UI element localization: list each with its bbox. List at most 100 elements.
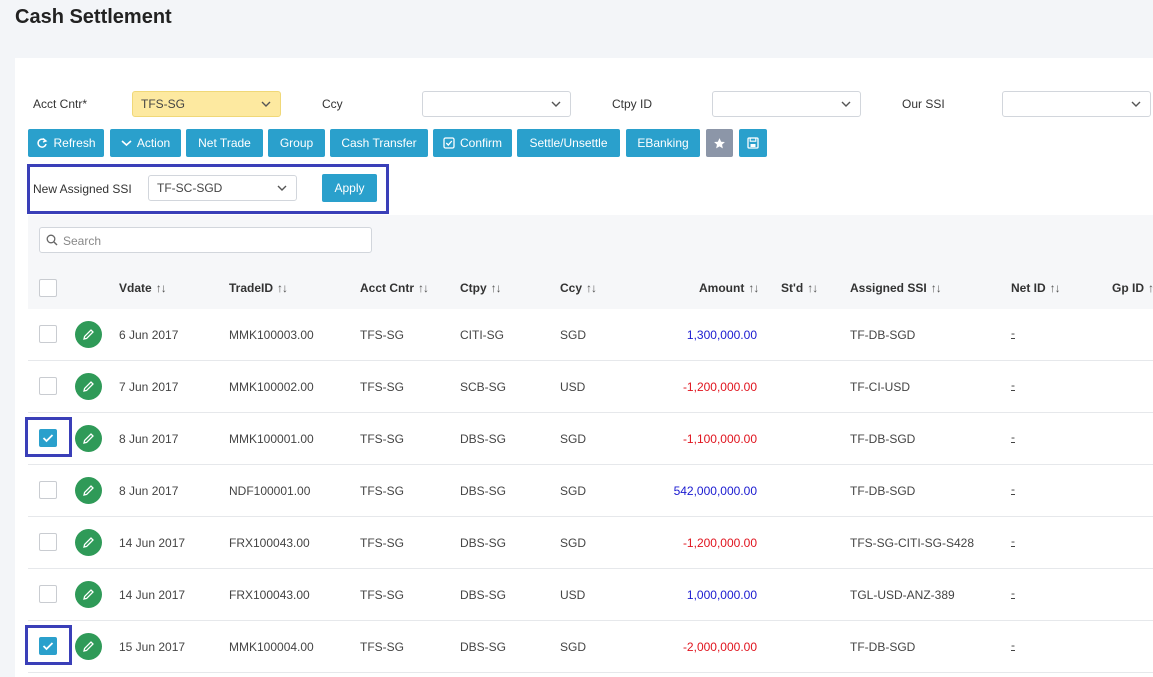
edit-button[interactable] bbox=[75, 529, 102, 556]
edit-button[interactable] bbox=[75, 321, 102, 348]
cell-ctpy: DBS-SG bbox=[460, 536, 507, 550]
group-button[interactable]: Group bbox=[268, 129, 325, 157]
net-trade-button[interactable]: Net Trade bbox=[186, 129, 263, 157]
ebanking-button[interactable]: EBanking bbox=[626, 129, 700, 157]
row-checkbox[interactable] bbox=[39, 325, 57, 343]
favorite-button[interactable] bbox=[706, 129, 733, 157]
chevron-down-icon bbox=[261, 101, 271, 107]
pencil-icon bbox=[83, 329, 94, 340]
edit-button[interactable] bbox=[75, 373, 102, 400]
confirm-button[interactable]: Confirm bbox=[433, 129, 512, 157]
row-checkbox[interactable] bbox=[39, 481, 57, 499]
cell-assigned-ssi: TGL-USD-ANZ-389 bbox=[850, 588, 955, 602]
cell-amount: -1,100,000.00 bbox=[682, 432, 757, 446]
header-std[interactable]: St'd ↑↓ bbox=[781, 281, 818, 295]
ccy-select[interactable] bbox=[422, 91, 571, 117]
cell-acct-cntr: TFS-SG bbox=[360, 588, 404, 602]
star-icon bbox=[714, 137, 725, 148]
header-ctpy[interactable]: Ctpy ↑↓ bbox=[460, 281, 502, 295]
sort-icon: ↑↓ bbox=[930, 281, 942, 295]
cell-assigned-ssi: TF-DB-SGD bbox=[850, 432, 916, 446]
cell-ctpy: SCB-SG bbox=[460, 380, 507, 394]
edit-button[interactable] bbox=[75, 425, 102, 452]
cell-net-id-link[interactable]: - bbox=[1011, 430, 1015, 444]
cell-amount: -1,200,000.00 bbox=[682, 536, 757, 550]
sort-icon: ↑↓ bbox=[490, 281, 502, 295]
cell-net-id-link[interactable]: - bbox=[1011, 378, 1015, 392]
cell-net-id-link[interactable]: - bbox=[1011, 326, 1015, 340]
table-row[interactable]: 14 Jun 2017 FRX100043.00 TFS-SG DBS-SG USD 1,… bbox=[28, 569, 1153, 621]
sort-icon: ↑↓ bbox=[1148, 281, 1153, 295]
cell-vdate: 14 Jun 2017 bbox=[119, 588, 186, 602]
checkbox-icon bbox=[443, 137, 455, 149]
table-row[interactable]: 8 Jun 2017 NDF100001.00 TFS-SG DBS-SG SGD 542… bbox=[28, 465, 1153, 517]
settle-unsettle-button[interactable]: Settle/Unsettle bbox=[517, 129, 620, 157]
cell-tradeid: MMK100001.00 bbox=[229, 432, 314, 446]
apply-button[interactable]: Apply bbox=[322, 174, 377, 202]
table-row[interactable]: 7 Jun 2017 MMK100002.00 TFS-SG SCB-SG USD -1,… bbox=[28, 361, 1153, 413]
cell-tradeid: MMK100002.00 bbox=[229, 380, 314, 394]
table-row[interactable]: 8 Jun 2017 MMK100001.00 TFS-SG DBS-SG SGD -1,… bbox=[28, 413, 1153, 465]
refresh-button[interactable]: Refresh bbox=[28, 129, 104, 157]
header-amount[interactable]: Amount ↑↓ bbox=[699, 281, 759, 295]
our-ssi-select[interactable] bbox=[1002, 91, 1151, 117]
table-row[interactable]: 14 Jun 2017 FRX100043.00 TFS-SG DBS-SG SGD -1… bbox=[28, 517, 1153, 569]
pencil-icon bbox=[83, 537, 94, 548]
checkbox-highlight bbox=[25, 625, 72, 665]
select-all-checkbox[interactable] bbox=[39, 279, 57, 297]
sort-icon: ↑↓ bbox=[807, 281, 818, 295]
sort-icon: ↑↓ bbox=[418, 281, 429, 295]
cell-ctpy: DBS-SG bbox=[460, 484, 507, 498]
header-tradeid[interactable]: TradeID ↑↓ bbox=[229, 281, 288, 295]
cell-vdate: 8 Jun 2017 bbox=[119, 484, 179, 498]
cell-ccy: SGD bbox=[560, 432, 587, 446]
row-checkbox[interactable] bbox=[39, 533, 57, 551]
cash-transfer-label: Cash Transfer bbox=[341, 136, 417, 150]
cell-acct-cntr: TFS-SG bbox=[360, 432, 404, 446]
cell-ccy: SGD bbox=[560, 640, 587, 654]
cell-acct-cntr: TFS-SG bbox=[360, 328, 404, 342]
cell-ctpy: DBS-SG bbox=[460, 588, 507, 602]
edit-button[interactable] bbox=[75, 633, 102, 660]
sort-icon: ↑↓ bbox=[586, 281, 597, 295]
table-header: Vdate ↑↓ TradeID ↑↓ Acct Cntr ↑↓ Ctpy ↑↓ Ccy… bbox=[28, 267, 1153, 309]
pencil-icon bbox=[83, 641, 94, 652]
acct-cntr-select[interactable]: TFS-SG bbox=[132, 91, 281, 117]
row-checkbox[interactable] bbox=[39, 585, 57, 603]
settle-unsettle-label: Settle/Unsettle bbox=[529, 136, 608, 150]
ctpy-id-select[interactable] bbox=[712, 91, 861, 117]
cell-tradeid: FRX100043.00 bbox=[229, 588, 310, 602]
cell-net-id-link[interactable]: - bbox=[1011, 586, 1015, 600]
header-net-id[interactable]: Net ID ↑↓ bbox=[1011, 281, 1061, 295]
search-input[interactable]: Search bbox=[39, 227, 372, 253]
cell-assigned-ssi: TF-DB-SGD bbox=[850, 484, 916, 498]
edit-button[interactable] bbox=[75, 477, 102, 504]
cell-net-id-link[interactable]: - bbox=[1011, 534, 1015, 548]
cell-amount: 542,000,000.00 bbox=[673, 484, 757, 498]
cell-vdate: 15 Jun 2017 bbox=[119, 640, 186, 654]
cell-ccy: USD bbox=[560, 588, 586, 602]
cash-transfer-button[interactable]: Cash Transfer bbox=[330, 129, 428, 157]
ccy-label: Ccy bbox=[322, 97, 343, 111]
header-gp-id[interactable]: Gp ID↑↓ bbox=[1112, 281, 1153, 295]
header-vdate[interactable]: Vdate ↑↓ bbox=[119, 281, 167, 295]
save-icon bbox=[747, 137, 759, 149]
new-assigned-ssi-select[interactable]: TF-SC-SGD bbox=[148, 175, 297, 201]
table-row[interactable]: 15 Jun 2017 MMK100004.00 TFS-SG DBS-SG SGD -2… bbox=[28, 621, 1153, 673]
header-acct-cntr[interactable]: Acct Cntr ↑↓ bbox=[360, 281, 429, 295]
confirm-label: Confirm bbox=[459, 136, 502, 150]
cell-net-id-link[interactable]: - bbox=[1011, 482, 1015, 496]
ctpy-id-label: Ctpy ID bbox=[612, 97, 653, 111]
save-button[interactable] bbox=[739, 129, 767, 157]
apply-label: Apply bbox=[334, 181, 365, 195]
action-button[interactable]: Action bbox=[110, 129, 181, 157]
header-assigned-ssi[interactable]: Assigned SSI ↑↓ bbox=[850, 281, 942, 295]
cell-net-id-link[interactable]: - bbox=[1011, 638, 1015, 652]
edit-button[interactable] bbox=[75, 581, 102, 608]
table-row[interactable]: 6 Jun 2017 MMK100003.00 TFS-SG CITI-SG SGD 1,… bbox=[28, 309, 1153, 361]
cell-vdate: 7 Jun 2017 bbox=[119, 380, 179, 394]
row-checkbox[interactable] bbox=[39, 377, 57, 395]
header-ccy[interactable]: Ccy ↑↓ bbox=[560, 281, 597, 295]
cell-assigned-ssi: TF-CI-USD bbox=[850, 380, 910, 394]
chevron-down-icon bbox=[277, 185, 287, 191]
